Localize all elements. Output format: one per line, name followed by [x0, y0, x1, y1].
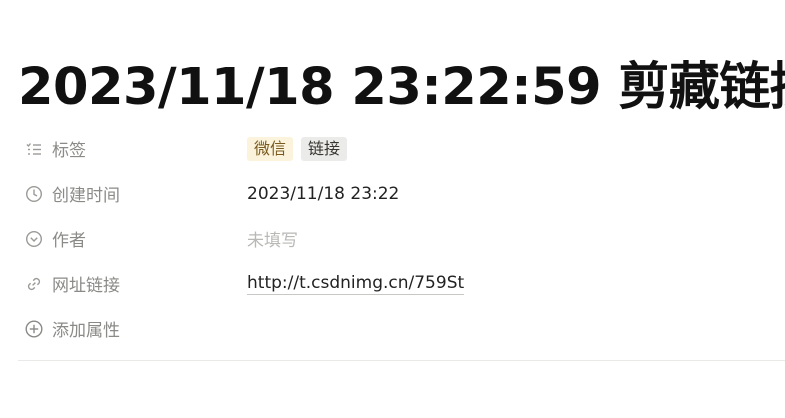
- link-icon: [25, 275, 43, 293]
- author-placeholder: 未填写: [247, 231, 298, 251]
- property-label-created: 创建时间: [52, 186, 120, 206]
- list-icon: [25, 140, 43, 158]
- property-label-tags: 标签: [52, 141, 86, 161]
- clock-icon: [25, 185, 43, 203]
- property-label-url: 网址链接: [52, 276, 120, 296]
- property-value-tags[interactable]: 微信 链接: [247, 132, 785, 166]
- plus-circle-icon: [25, 319, 43, 338]
- property-label-author: 作者: [52, 231, 86, 251]
- add-property-button[interactable]: 添加属性: [18, 312, 247, 346]
- property-key-url[interactable]: 网址链接: [18, 267, 247, 301]
- tag-wechat[interactable]: 微信: [247, 136, 294, 161]
- property-value-author[interactable]: 未填写: [247, 222, 785, 256]
- property-key-author[interactable]: 作者: [18, 222, 247, 256]
- property-value-url: http://t.csdnimg.cn/759St: [247, 267, 785, 301]
- property-key-created[interactable]: 创建时间: [18, 177, 247, 211]
- url-link[interactable]: http://t.csdnimg.cn/759St: [247, 273, 465, 295]
- property-row-created: 创建时间 2023/11/18 23:22: [18, 171, 785, 216]
- property-row-tags: 标签 微信 链接: [18, 126, 785, 171]
- properties-divider: [18, 360, 785, 361]
- property-value-created[interactable]: 2023/11/18 23:22: [247, 177, 785, 211]
- page-container: 2023/11/18 23:22:59 剪藏链接 标签 微信 链接 创建时间 2…: [0, 0, 785, 418]
- property-row-author: 作者 未填写: [18, 216, 785, 261]
- property-key-tags[interactable]: 标签: [18, 132, 247, 166]
- created-time-value: 2023/11/18 23:22: [247, 183, 400, 204]
- page-title[interactable]: 2023/11/18 23:22:59 剪藏链接: [18, 56, 785, 120]
- add-property-row: 添加属性: [18, 306, 785, 351]
- properties-panel: 标签 微信 链接 创建时间 2023/11/18 23:22 作者 未填写 网址…: [18, 126, 785, 351]
- select-circle-icon: [25, 230, 43, 248]
- tag-link[interactable]: 链接: [301, 136, 348, 161]
- property-row-url: 网址链接 http://t.csdnimg.cn/759St: [18, 261, 785, 306]
- add-property-label: 添加属性: [52, 321, 120, 341]
